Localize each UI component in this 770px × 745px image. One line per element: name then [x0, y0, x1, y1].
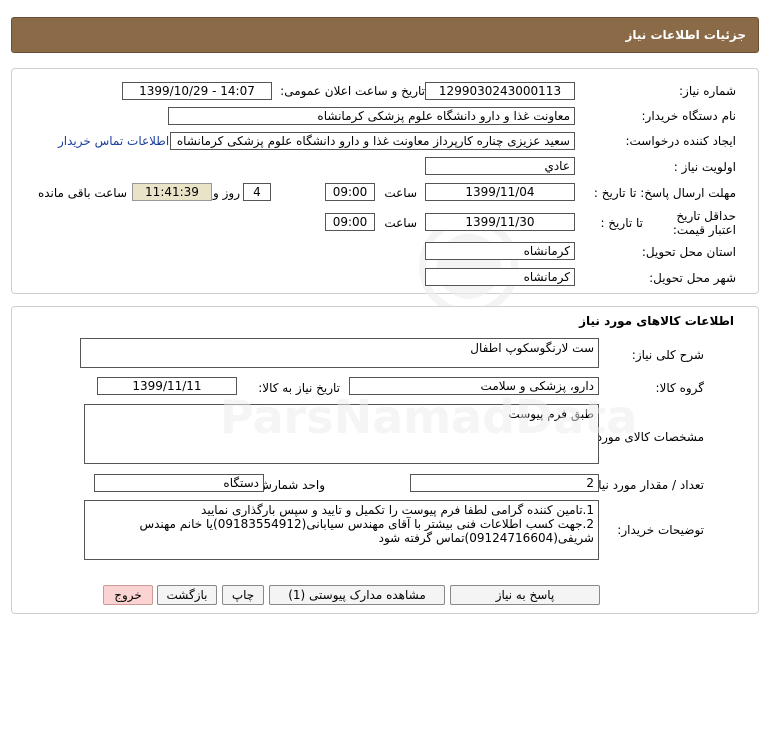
remaining-label: ساعت باقی مانده — [37, 186, 127, 200]
province-label: استان محل تحویل: — [641, 245, 736, 259]
announce-label: تاریخ و ساعت اعلان عمومی: — [280, 84, 425, 98]
priority-field: عادي — [425, 157, 575, 175]
reply-button[interactable]: پاسخ به نیاز — [450, 585, 600, 605]
city-field: کرمانشاه — [425, 268, 575, 286]
need-number-field: 1299030243000113 — [425, 82, 575, 100]
days-label: روز و — [213, 186, 240, 200]
deadline-time-label: ساعت — [384, 186, 417, 200]
group-label: گروه کالا: — [655, 381, 705, 395]
validity-label: حداقل تاریخ اعتبار قیمت: — [672, 209, 736, 237]
back-button[interactable]: بازگشت — [157, 585, 217, 605]
deadline-label: مهلت ارسال پاسخ: تا تاریخ : — [593, 186, 736, 200]
group-field: دارو، پزشکی و سلامت — [349, 377, 599, 395]
validity-date-field: 1399/11/30 — [425, 213, 575, 231]
qty-field: 2 — [410, 474, 599, 492]
need-info-panel: ◉ — [11, 68, 759, 331]
exit-button[interactable]: خروج — [103, 585, 153, 605]
need-number-label: شماره نیاز: — [679, 84, 736, 98]
notes-label: توضیحات خریدار: — [617, 523, 704, 537]
validity-time-label: ساعت — [384, 216, 417, 230]
validity-to-label: تا تاریخ : — [600, 216, 643, 230]
requester-field: سعید عزیزی چناره کارپرداز معاونت غذا و د… — [170, 132, 575, 150]
notes-line-1: 1.تامین کننده گرامی لطفا فرم پیوست را تک… — [201, 503, 594, 517]
print-button[interactable]: چاپ — [222, 585, 264, 605]
requester-label: ایجاد کننده درخواست: — [625, 134, 736, 148]
summary-label: شرح کلی نیاز: — [631, 348, 704, 362]
announce-field: 1399/10/29 - 14:07 — [122, 82, 272, 100]
need-date-label: تاریخ نیاز به کالا: — [258, 381, 340, 395]
deadline-date-field: 1399/11/04 — [425, 183, 575, 201]
notes-line-2: 2.جهت کسب اطلاعات فنی بیشتر با آقای مهند… — [139, 517, 594, 545]
unit-field: دستگاه — [94, 474, 264, 492]
buyer-org-label: نام دستگاه خریدار: — [641, 109, 737, 123]
goods-section-title: اطلاعات کالاهای مورد نیاز — [579, 314, 734, 328]
buyer-org-field: معاونت غذا و دارو دانشگاه علوم پزشکی کرم… — [168, 107, 575, 125]
deadline-time-field: 09:00 — [325, 183, 375, 201]
page-title: جزئیات اطلاعات نیاز — [625, 28, 746, 42]
province-field: کرمانشاه — [425, 242, 575, 260]
specs-field: طبق فرم پیوست — [84, 404, 599, 464]
qty-label: تعداد / مقدار مورد نیاز: — [588, 478, 704, 492]
page-header: جزئیات اطلاعات نیاز — [11, 17, 759, 53]
buyer-contact-link[interactable]: اطلاعات تماس خریدار — [58, 134, 169, 148]
need-date-field: 1399/11/11 — [97, 377, 237, 395]
days-field: 4 — [243, 183, 271, 201]
summary-field: ست لارنگوسکوپ اطفال — [80, 338, 599, 368]
city-label: شهر محل تحویل: — [649, 271, 736, 285]
attachments-button[interactable]: مشاهده مدارک پیوستی (1) — [269, 585, 445, 605]
notes-field: 1.تامین کننده گرامی لطفا فرم پیوست را تک… — [84, 500, 599, 560]
priority-label: اولویت نیاز : — [673, 160, 736, 174]
remaining-time: 11:41:39 — [132, 183, 212, 201]
validity-time-field: 09:00 — [325, 213, 375, 231]
